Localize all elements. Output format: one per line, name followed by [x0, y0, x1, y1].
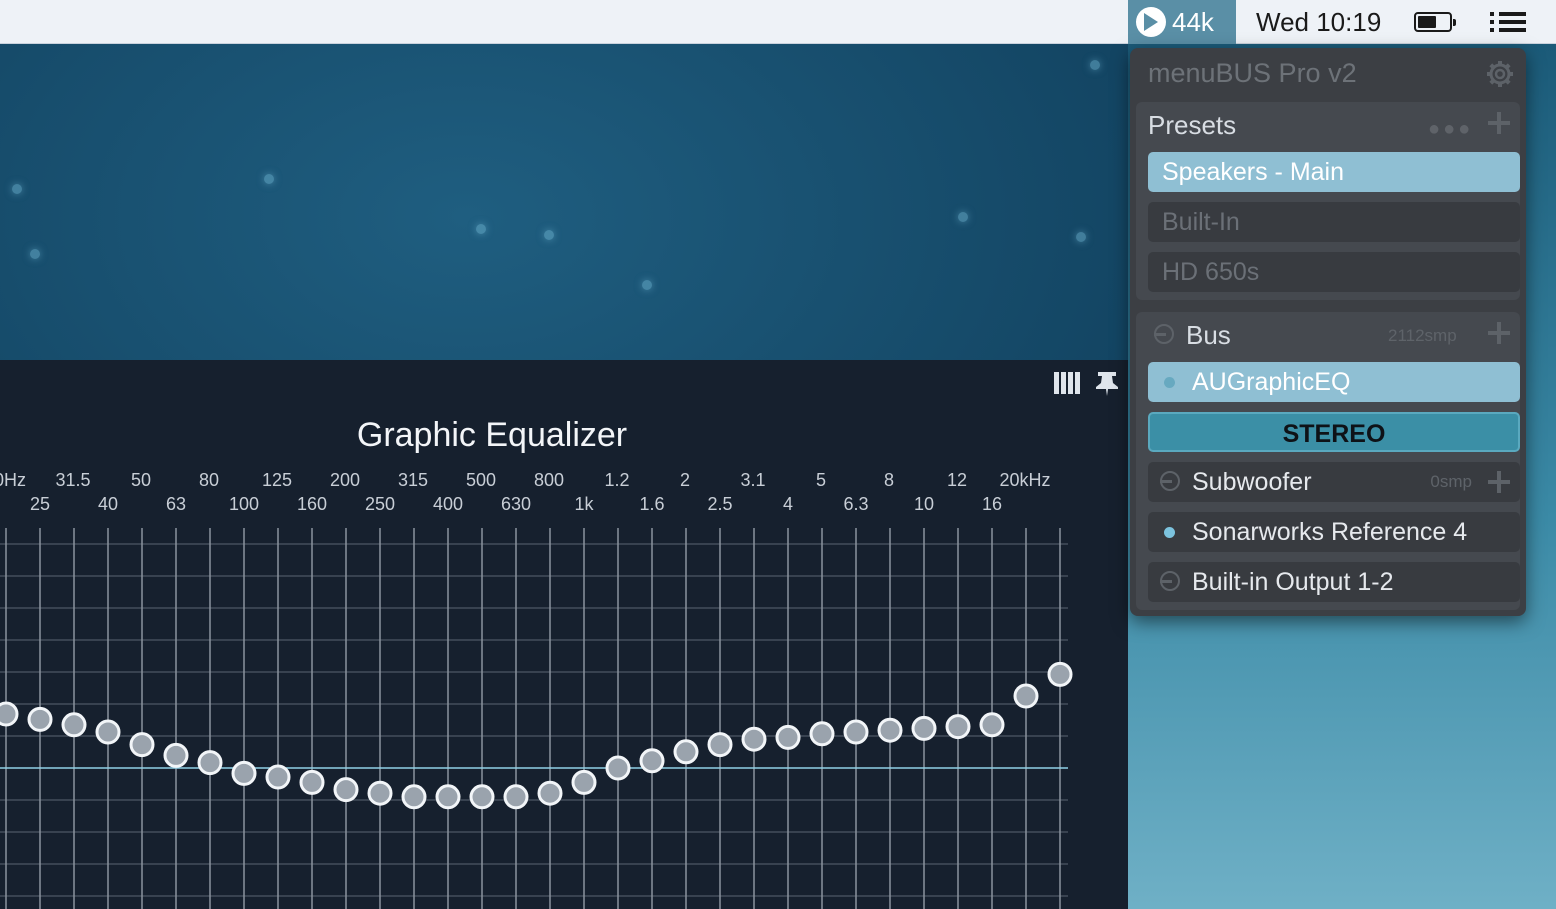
subwoofer-bus[interactable]: Subwoofer 0smp [1148, 462, 1520, 502]
menubus-app-icon [1136, 7, 1166, 37]
eq-band-handle[interactable] [843, 719, 869, 745]
plugin-status-dot [1164, 527, 1175, 538]
eq-band-handle[interactable] [435, 784, 461, 810]
eq-band-handle[interactable] [95, 719, 121, 745]
desktop-sparkle [1076, 232, 1086, 242]
preset-item[interactable]: Built-In [1148, 202, 1520, 242]
eq-band-handle[interactable] [639, 748, 665, 774]
eq-band-handle[interactable] [265, 764, 291, 790]
plugin-label: AUGraphicEQ [1192, 368, 1351, 396]
eq-band-handle[interactable] [741, 726, 767, 752]
menu-clock[interactable]: Wed 10:19 [1256, 0, 1381, 44]
subwoofer-label: Subwoofer [1192, 468, 1312, 496]
battery-icon[interactable] [1414, 0, 1456, 44]
desktop-sparkle [958, 212, 968, 222]
eq-band-handle[interactable] [333, 777, 359, 803]
eq-band-handle[interactable] [1013, 683, 1039, 709]
eq-band-handle[interactable] [605, 755, 631, 781]
eq-band-handle[interactable] [809, 721, 835, 747]
preset-item[interactable]: Speakers - Main [1148, 152, 1520, 192]
gear-icon[interactable] [1486, 60, 1514, 88]
eq-band-handle[interactable] [401, 784, 427, 810]
sample-rate-badge: 44k [1172, 6, 1214, 37]
plugin-label: Sonarworks Reference 4 [1192, 518, 1468, 546]
eq-band-handle[interactable] [0, 701, 19, 727]
plugin-item[interactable]: AUGraphicEQ [1148, 362, 1520, 402]
subwoofer-input-icon [1160, 471, 1180, 491]
plugin-item[interactable]: Sonarworks Reference 4 [1148, 512, 1520, 552]
graphic-equalizer-window: Graphic Equalizer 0Hz31.5508012520031550… [0, 360, 1128, 909]
preset-item[interactable]: HD 650s [1148, 252, 1520, 292]
eq-band-handle[interactable] [877, 717, 903, 743]
panel-title: menuBUS Pro v2 [1148, 58, 1357, 88]
desktop-sparkle [12, 184, 22, 194]
plugin-status-dot [1164, 377, 1175, 388]
desktop-sparkle [476, 224, 486, 234]
add-plugin-icon[interactable] [1488, 322, 1510, 344]
eq-band-handle[interactable] [27, 706, 53, 732]
eq-band-handle[interactable] [979, 712, 1005, 738]
notification-center-icon[interactable] [1490, 0, 1526, 44]
output-device[interactable]: Built-in Output 1-2 [1148, 562, 1520, 602]
add-preset-icon[interactable] [1488, 112, 1510, 134]
presets-section: Presets ●●● Speakers - Main Built-In HD … [1136, 102, 1520, 300]
desktop-sparkle [30, 249, 40, 259]
eq-band-handle[interactable] [231, 760, 257, 786]
eq-band-handle[interactable] [945, 714, 971, 740]
eq-band-handle[interactable] [367, 780, 393, 806]
output-label: Built-in Output 1-2 [1192, 568, 1394, 596]
eq-band-handle[interactable] [61, 712, 87, 738]
bus-input-icon [1154, 324, 1174, 344]
menubus-panel: menuBUS Pro v2 Presets ●●● Speakers - Ma… [1130, 48, 1526, 616]
presets-header: Presets [1148, 110, 1237, 140]
bus-header: Bus [1186, 320, 1231, 350]
eq-band-handle[interactable] [571, 769, 597, 795]
eq-band-handle[interactable] [775, 724, 801, 750]
eq-band-handle[interactable] [503, 784, 529, 810]
desktop-sparkle [642, 280, 652, 290]
output-icon [1160, 571, 1180, 591]
eq-band-handle[interactable] [129, 732, 155, 758]
eq-band-handle[interactable] [197, 750, 223, 776]
eq-band-handle[interactable] [537, 780, 563, 806]
bus-latency: 2112smp [1388, 326, 1457, 345]
desktop-sparkle [264, 174, 274, 184]
desktop-sparkle [544, 230, 554, 240]
desktop-sparkle [1090, 60, 1100, 70]
subwoofer-latency: 0smp [1430, 472, 1472, 491]
bus-section: Bus 2112smp AUGraphicEQ STEREO Subwoofer… [1136, 312, 1520, 610]
eq-band-handle[interactable] [1047, 661, 1073, 687]
eq-band-handle[interactable] [673, 739, 699, 765]
eq-band-handle[interactable] [911, 715, 937, 741]
eq-band-handle[interactable] [299, 769, 325, 795]
more-icon[interactable]: ●●● [1428, 118, 1473, 141]
eq-band-handle[interactable] [707, 732, 733, 758]
eq-band-handle[interactable] [163, 742, 189, 768]
channel-mode-button[interactable]: STEREO [1148, 412, 1520, 452]
menu-bar: 44k Wed 10:19 [0, 0, 1556, 44]
eq-graph[interactable] [0, 360, 1128, 909]
menubus-status-item[interactable]: 44k [1128, 0, 1236, 44]
add-subwoofer-plugin-icon[interactable] [1488, 471, 1510, 493]
eq-band-handle[interactable] [469, 784, 495, 810]
